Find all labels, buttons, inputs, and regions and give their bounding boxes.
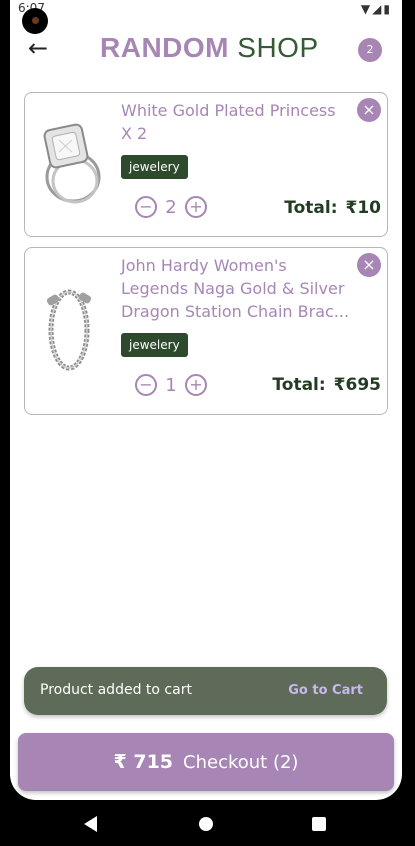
camera-lens	[32, 17, 39, 24]
plus-icon[interactable]: +	[185, 196, 207, 218]
remove-item-button[interactable]: ×	[357, 253, 381, 277]
snackbar-message: Product added to cart	[40, 682, 192, 698]
total-value: ₹695	[333, 375, 381, 395]
cart-count-badge[interactable]: 2	[358, 38, 382, 62]
brand-random: RANDOM	[100, 32, 229, 63]
total-value: ₹10	[345, 198, 382, 218]
close-icon: ×	[362, 100, 376, 119]
quantity-value: 2	[165, 196, 177, 218]
nav-home-icon[interactable]	[199, 817, 213, 831]
app-screen: 6:07 ▼◢▮ ← RANDOM SHOP 2 White Gold Pla	[10, 0, 402, 800]
cart-item-card: John Hardy Women's Legends Naga Gold & S…	[24, 247, 388, 415]
category-tag: jewelery	[121, 155, 188, 179]
app-header: ← RANDOM SHOP 2	[10, 28, 402, 72]
checkout-button[interactable]: ₹ 715 Checkout (2)	[18, 733, 394, 791]
item-total: Total: ₹695	[272, 375, 381, 395]
brand-title: RANDOM SHOP	[100, 32, 319, 64]
system-nav-bar	[0, 800, 415, 846]
checkout-label: Checkout (2)	[183, 752, 299, 773]
back-arrow-icon[interactable]: ←	[28, 34, 48, 62]
quantity-stepper: −2 +	[135, 196, 207, 218]
bracelet-product-image	[46, 289, 92, 371]
quantity-stepper: −1 +	[135, 374, 207, 396]
total-label: Total:	[272, 375, 326, 395]
product-name[interactable]: John Hardy Women's Legends Naga Gold & S…	[121, 254, 351, 323]
cart-item-card: White Gold Plated Princess X 2 jewelery …	[24, 92, 388, 237]
minus-icon[interactable]: −	[135, 374, 157, 396]
remove-item-button[interactable]: ×	[357, 98, 381, 122]
minus-icon[interactable]: −	[135, 196, 157, 218]
ring-product-image	[43, 123, 101, 204]
signal-icon: ◢	[372, 2, 384, 16]
product-name[interactable]: White Gold Plated Princess X 2	[121, 99, 351, 145]
nav-recents-icon[interactable]	[312, 817, 326, 831]
phone-frame: 6:07 ▼◢▮ ← RANDOM SHOP 2 White Gold Pla	[0, 0, 415, 846]
plus-icon[interactable]: +	[185, 374, 207, 396]
nav-back-icon[interactable]	[84, 816, 97, 832]
go-to-cart-button[interactable]: Go to Cart	[288, 683, 363, 698]
quantity-value: 1	[165, 374, 177, 396]
snackbar: Product added to cart Go to Cart	[24, 667, 387, 715]
category-tag: jewelery	[121, 333, 188, 357]
close-icon: ×	[362, 255, 376, 274]
brand-shop: SHOP	[237, 32, 319, 63]
status-bar: 6:07 ▼◢▮	[10, 0, 402, 20]
wifi-icon: ▼	[360, 2, 373, 16]
item-total: Total: ₹10	[284, 198, 381, 218]
battery-icon: ▮	[383, 2, 392, 16]
checkout-price: ₹ 715	[113, 751, 174, 773]
total-label: Total:	[284, 198, 338, 218]
status-icons: ▼◢▮	[361, 2, 392, 16]
